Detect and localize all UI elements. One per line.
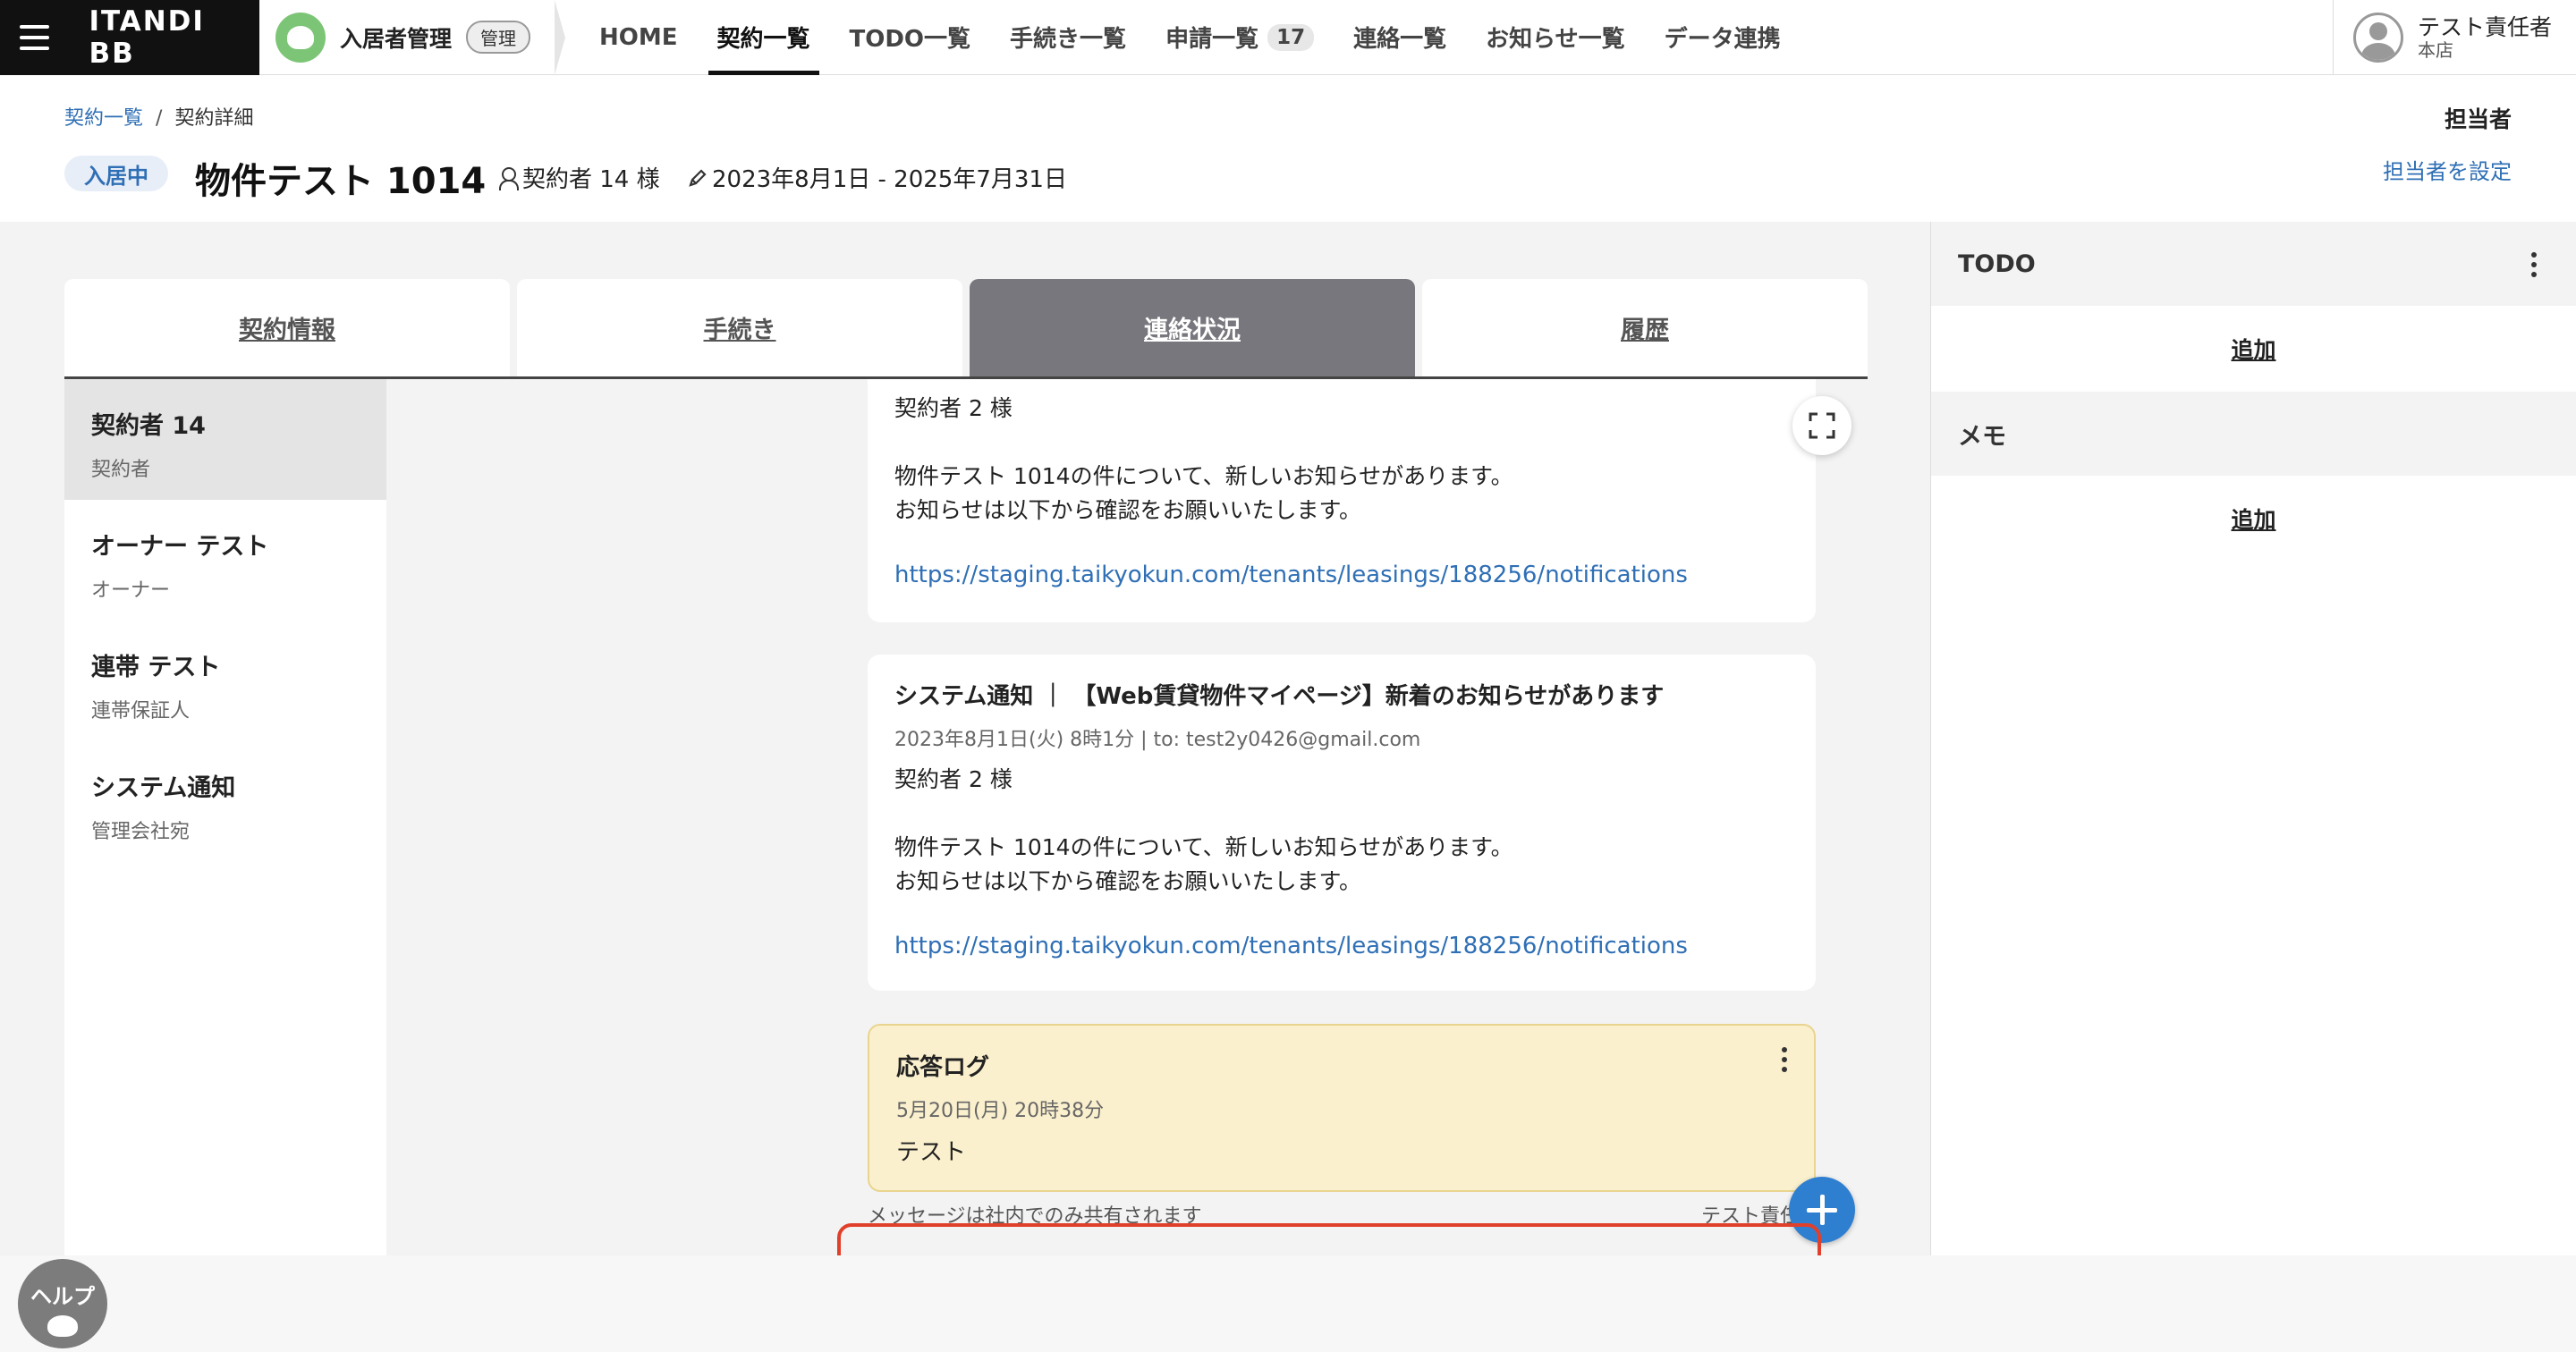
- contract-period: 2023年8月1日 - 2025年7月31日: [712, 166, 1067, 193]
- message-card: 契約者 2 様 物件テスト 1014の件について、新しいお知らせがあります。 お…: [868, 379, 1816, 622]
- bear-logo-icon: [275, 12, 326, 63]
- breadcrumb-separator: /: [156, 107, 163, 130]
- message-line: お知らせは以下から確認をお願いいたします。: [894, 868, 1362, 894]
- nav-label: TODO一覧: [849, 26, 971, 53]
- contact-name: 契約者 14: [91, 412, 206, 440]
- contact-item-owner[interactable]: オーナー テスト オーナー: [64, 500, 386, 621]
- breadcrumb: 契約一覧 / 契約詳細: [64, 102, 253, 131]
- contact-name: システム通知: [91, 774, 236, 802]
- app-name: 入居者管理: [340, 25, 453, 52]
- nav-label: 手続き一覧: [1010, 26, 1127, 53]
- response-log-body: テスト: [896, 1139, 967, 1166]
- tab-contract-info[interactable]: 契約情報: [64, 279, 510, 376]
- contact-list: 契約者 14 契約者 オーナー テスト オーナー 連帯 テスト 連帯保証人 シス…: [64, 379, 386, 1255]
- assignee-heading: 担当者: [2444, 106, 2512, 132]
- message-greeting: 契約者 2 様: [894, 395, 1013, 421]
- contact-name: 連帯 テスト: [91, 654, 221, 681]
- tab-procedures[interactable]: 手続き: [517, 279, 962, 376]
- todo-heading: TODO: [1958, 249, 2036, 278]
- page-title: 物件テスト 1014: [195, 161, 487, 202]
- nav-home[interactable]: HOME: [580, 0, 698, 75]
- person-icon: [497, 166, 519, 190]
- brand-logo[interactable]: ITANDI BB: [89, 5, 259, 70]
- nav-label: 契約一覧: [716, 26, 810, 53]
- brand-area: ITANDI BB: [0, 0, 259, 75]
- contract-tabs: 契約情報 手続き 連絡状況 履歴: [64, 279, 1868, 379]
- nav-contacts[interactable]: 連絡一覧: [1334, 0, 1466, 75]
- nav-label: 申請一覧: [1165, 26, 1259, 53]
- main-nav: HOME 契約一覧 TODO一覧 手続き一覧 申請一覧 17 連絡一覧 お知らせ一…: [580, 0, 1801, 75]
- todo-more-icon[interactable]: [2531, 252, 2537, 277]
- top-navigation-bar: ITANDI BB 入居者管理 管理 HOME 契約一覧 TODO一覧 手続き一…: [0, 0, 2576, 75]
- notification-link[interactable]: https://staging.taikyokun.com/tenants/le…: [894, 562, 1789, 588]
- user-name: テスト責任者: [2418, 14, 2553, 40]
- contact-item-system[interactable]: システム通知 管理会社宛: [64, 741, 386, 862]
- app-role-badge: 管理: [466, 21, 531, 54]
- user-branch: 本店: [2418, 39, 2453, 61]
- contractor-name: 契約者 14 様: [522, 166, 660, 193]
- memo-add-button[interactable]: 追加: [1931, 476, 2576, 562]
- avatar-icon: [2353, 13, 2403, 63]
- nav-procedures[interactable]: 手続き一覧: [990, 0, 1146, 75]
- breadcrumb-current: 契約詳細: [174, 107, 254, 130]
- contact-name: オーナー テスト: [91, 533, 269, 561]
- help-button[interactable]: ヘルプ: [18, 1259, 107, 1348]
- contact-role: 連帯保証人: [91, 700, 191, 722]
- response-log-date: 5月20日(月) 20時38分: [896, 1100, 1105, 1122]
- contact-role: オーナー: [91, 579, 171, 602]
- contact-item-contractor[interactable]: 契約者 14 契約者: [64, 379, 386, 500]
- memo-heading: メモ: [1958, 422, 2006, 451]
- nav-label: データ連携: [1664, 26, 1781, 53]
- hamburger-menu-icon[interactable]: [20, 24, 50, 50]
- contact-role: 契約者: [91, 459, 151, 481]
- message-line: 物件テスト 1014の件について、新しいお知らせがあります。: [894, 463, 1513, 489]
- message-title: システム通知 ｜ 【Web賃貸物件マイページ】新着のお知らせがあります: [894, 683, 1665, 710]
- contractor-meta: 契約者 14 様: [497, 161, 660, 194]
- more-options-icon[interactable]: [1782, 1047, 1787, 1072]
- response-log-card: 応答ログ 5月20日(月) 20時38分 テスト: [868, 1024, 1816, 1192]
- nav-contracts[interactable]: 契約一覧: [698, 0, 830, 75]
- status-badge: 入居中: [64, 156, 168, 191]
- nav-applications[interactable]: 申請一覧 17: [1146, 0, 1334, 75]
- message-greeting: 契約者 2 様: [894, 766, 1013, 792]
- nav-data-integration[interactable]: データ連携: [1645, 0, 1801, 75]
- period-meta: 2023年8月1日 - 2025年7月31日: [687, 161, 1067, 194]
- pen-icon: [689, 168, 707, 187]
- memo-header: メモ: [1931, 392, 2576, 476]
- contract-header: 契約一覧 / 契約詳細 入居中 物件テスト 1014 契約者 14 様 2023年8…: [0, 75, 2576, 222]
- footer-area: [0, 1255, 2576, 1352]
- notification-link[interactable]: https://staging.taikyokun.com/tenants/le…: [894, 933, 1789, 959]
- contact-item-guarantor[interactable]: 連帯 テスト 連帯保証人: [64, 621, 386, 741]
- todo-header: TODO: [1931, 222, 2576, 306]
- todo-add-button[interactable]: 追加: [1931, 306, 2576, 392]
- nav-todo[interactable]: TODO一覧: [830, 0, 991, 75]
- tab-history[interactable]: 履歴: [1422, 279, 1868, 376]
- applications-count-badge: 17: [1267, 23, 1315, 51]
- response-log-title: 応答ログ: [896, 1054, 990, 1081]
- app-switcher[interactable]: 入居者管理 管理: [259, 0, 565, 75]
- message-card: システム通知 ｜ 【Web賃貸物件マイページ】新着のお知らせがあります 2023…: [868, 655, 1816, 991]
- set-assignee-link[interactable]: 担当者を設定: [2383, 154, 2512, 185]
- help-label: ヘルプ: [30, 1284, 95, 1309]
- nav-label: 連絡一覧: [1353, 26, 1447, 53]
- bear-mascot-icon: [47, 1315, 78, 1337]
- message-line: お知らせは以下から確認をお願いいたします。: [894, 497, 1362, 523]
- nav-notices[interactable]: お知らせ一覧: [1466, 0, 1644, 75]
- nav-label: お知らせ一覧: [1486, 26, 1625, 53]
- user-menu[interactable]: テスト責任者 本店: [2333, 0, 2576, 75]
- side-panel: TODO 追加 メモ 追加: [1930, 222, 2576, 1255]
- expand-icon[interactable]: [1792, 396, 1852, 455]
- message-line: 物件テスト 1014の件について、新しいお知らせがあります。: [894, 834, 1513, 860]
- message-meta: 2023年8月1日(火) 8時1分 | to: test2y0426@gmail…: [894, 729, 1421, 751]
- breadcrumb-contract-list[interactable]: 契約一覧: [64, 107, 143, 130]
- tab-contact-status[interactable]: 連絡状況: [970, 279, 1415, 376]
- contact-role: 管理会社宛: [91, 821, 191, 843]
- nav-label: HOME: [599, 23, 678, 51]
